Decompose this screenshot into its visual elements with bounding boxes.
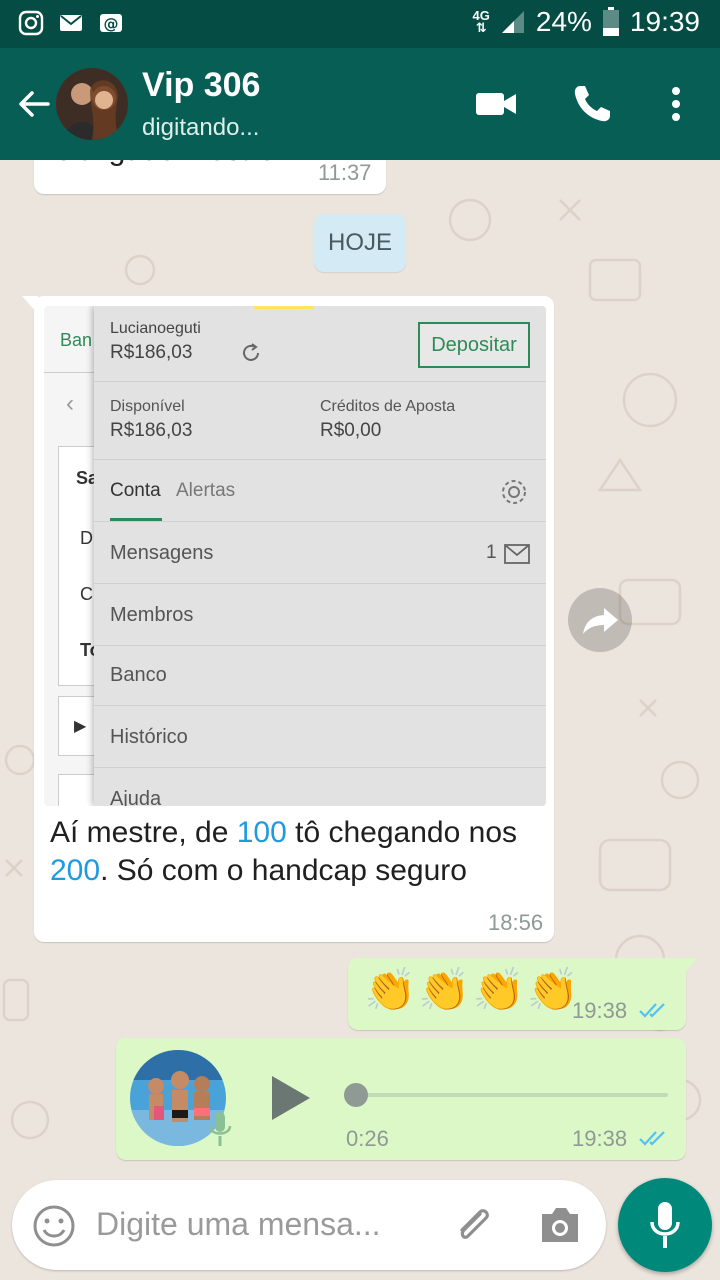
status-bar: @ 4G ⇅ 24% 19:39	[0, 0, 720, 48]
camera-icon[interactable]	[536, 1204, 584, 1248]
refresh-icon	[243, 343, 259, 361]
audio-seek-handle[interactable]	[344, 1083, 368, 1107]
menu-label: Membros	[110, 604, 194, 626]
image-message-bubble[interactable]: Ban ‹ Sa D C To ▶ Lucianoeguti R$186,03	[22, 296, 554, 942]
caption-text: . Só com o handcap seguro	[100, 854, 467, 887]
message-text: Obrigado mestre	[52, 160, 275, 168]
available-label: Disponível	[110, 398, 185, 415]
menu-item-membros: Membros	[94, 584, 546, 646]
message-input[interactable]: Digite uma mensa...	[96, 1206, 381, 1243]
message-bubble-incoming[interactable]: Obrigado mestre 11:37	[34, 160, 386, 194]
typing-status: digitando...	[142, 114, 260, 141]
balance: R$186,03	[110, 342, 193, 363]
network-type: 4G	[472, 8, 490, 23]
panel-tabs-row: Conta Alertas	[94, 460, 546, 522]
attach-icon[interactable]	[450, 1202, 498, 1250]
notification-icons: @	[18, 10, 124, 36]
at-mail-icon: @	[100, 14, 122, 33]
screenshot-image[interactable]: Ban ‹ Sa D C To ▶ Lucianoeguti R$186,03	[44, 306, 546, 806]
more-options-icon[interactable]	[654, 82, 698, 126]
contact-avatar[interactable]	[56, 68, 128, 140]
deposit-button: Depositar	[418, 322, 530, 368]
read-receipt-icon	[639, 1003, 665, 1018]
svg-text:@: @	[104, 15, 119, 33]
menu-label: Mensagens	[110, 542, 214, 564]
play-triangle-icon: ▶	[74, 718, 87, 735]
message-input-bar: Digite uma mensa...	[12, 1180, 606, 1270]
menu-item-mensagens: Mensagens 1	[94, 522, 546, 584]
chat-header: Vip 306 digitando...	[0, 48, 720, 160]
audio-duration: 0:26	[346, 1126, 389, 1151]
forward-button[interactable]	[568, 588, 632, 652]
message-bubble-outgoing[interactable]: 👏👏👏👏 19:38	[348, 958, 698, 1030]
voice-call-icon[interactable]	[570, 82, 614, 126]
caption-number[interactable]: 200	[50, 854, 100, 887]
username: Lucianoeguti	[110, 320, 201, 337]
menu-label: Ajuda	[110, 788, 162, 806]
bubble-tail	[682, 958, 698, 976]
battery-percent: 24%	[535, 6, 592, 37]
available-value: R$186,03	[110, 420, 193, 441]
read-receipt-icon	[639, 1131, 665, 1146]
menu-label: Histórico	[110, 726, 188, 748]
menu-item-banco: Banco	[94, 646, 546, 706]
background-tab-label: Ban	[60, 330, 93, 350]
menu-label: Banco	[110, 664, 167, 686]
message-caption: Aí mestre, de 100 tô chegando nos 200. S…	[50, 814, 530, 890]
instagram-icon	[18, 10, 44, 36]
play-icon[interactable]	[268, 1074, 312, 1122]
audio-progress-track[interactable]	[348, 1093, 668, 1097]
bubble-tail	[22, 296, 38, 314]
background-cell: D	[80, 528, 93, 548]
emoji-icon[interactable]	[32, 1204, 76, 1248]
status-right: 4G ⇅ 24% 19:39	[473, 6, 700, 38]
video-call-icon[interactable]	[474, 82, 518, 126]
email-icon	[60, 15, 82, 31]
battery-icon	[602, 7, 619, 36]
chevron-left-icon: ‹	[66, 390, 74, 417]
credits-label: Créditos de Aposta	[320, 398, 456, 415]
messages-count: 1	[486, 542, 497, 563]
account-header-row: Lucianoeguti R$186,03 Depositar	[94, 306, 546, 382]
message-time: 18:56	[488, 910, 544, 935]
menu-item-historico: Histórico	[94, 706, 546, 768]
microphone-icon	[650, 1202, 680, 1248]
back-arrow-icon[interactable]	[14, 84, 54, 124]
contact-name[interactable]: Vip 306	[142, 66, 260, 105]
tab-alertas: Alertas	[176, 480, 236, 501]
balance-details-row: Disponível R$186,03 Créditos de Aposta R…	[94, 382, 546, 460]
chat-area[interactable]: Obrigado mestre 11:37 HOJE Ban ‹ Sa D C …	[0, 160, 720, 1170]
credits-value: R$0,00	[320, 420, 382, 441]
caption-text: tô chegando nos	[286, 816, 517, 849]
voice-record-button[interactable]	[618, 1178, 712, 1272]
tab-conta: Conta	[110, 480, 161, 501]
caption-number[interactable]: 100	[237, 816, 287, 849]
network-indicator: 4G ⇅	[472, 8, 490, 35]
menu-item-ajuda: Ajuda	[94, 768, 546, 806]
envelope-icon	[504, 544, 530, 564]
signal-icon	[501, 11, 524, 33]
background-cell: C	[80, 584, 93, 604]
caption-text: Aí mestre, de	[50, 816, 237, 849]
voice-message-bubble[interactable]: 0:26 19:38	[116, 1038, 686, 1160]
gear-icon	[502, 480, 526, 504]
message-time: 11:37	[318, 160, 372, 185]
date-divider: HOJE	[314, 214, 406, 272]
message-time: 19:38	[572, 998, 628, 1023]
clock: 19:39	[629, 6, 700, 37]
message-time: 19:38	[572, 1126, 628, 1151]
microphone-icon	[208, 1112, 232, 1146]
emoji-text: 👏👏👏👏	[364, 966, 582, 1013]
account-dropdown-panel: Lucianoeguti R$186,03 Depositar Disponív…	[94, 306, 546, 806]
